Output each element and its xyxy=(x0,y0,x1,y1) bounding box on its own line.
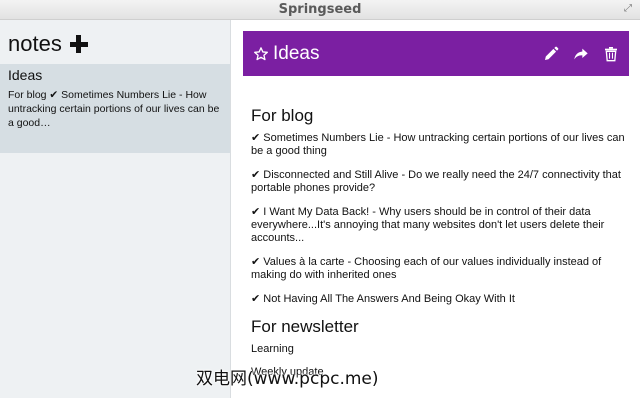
note-title: Ideas xyxy=(273,42,320,64)
note-list-item-title: Ideas xyxy=(8,67,43,83)
section-heading: For blog xyxy=(251,106,314,125)
list-item: ✔ I Want My Data Back! - Why users shoul… xyxy=(251,206,605,244)
note-actions xyxy=(543,46,619,62)
sidebar-header: notes xyxy=(8,30,88,58)
note-content[interactable]: For blog ✔ Sometimes Numbers Lie - How u… xyxy=(251,106,631,389)
note-header: Ideas xyxy=(243,31,629,76)
share-icon[interactable] xyxy=(573,46,589,62)
star-icon[interactable] xyxy=(253,46,269,62)
title-bar: Springseed ⤢ xyxy=(0,0,640,20)
sidebar: notes Ideas For blog ✔ Sometimes Numbers… xyxy=(0,20,231,398)
window-title: Springseed xyxy=(278,2,362,17)
list-item: ✔ Disconnected and Still Alive - Do we r… xyxy=(251,169,621,194)
app-name: notes xyxy=(8,31,62,56)
note-view: Ideas For blog ✔ Sometimes Numbers Lie -… xyxy=(231,20,640,398)
edit-icon[interactable] xyxy=(543,46,559,62)
section-heading: For newsletter xyxy=(251,317,359,336)
note-list-item-excerpt: For blog ✔ Sometimes Numbers Lie - How u… xyxy=(8,89,220,129)
list-item: Learning xyxy=(251,343,294,355)
list-item: ✔ Sometimes Numbers Lie - How untracking… xyxy=(251,132,625,157)
note-list-item[interactable]: Ideas For blog ✔ Sometimes Numbers Lie -… xyxy=(0,64,230,153)
trash-icon[interactable] xyxy=(603,46,619,62)
list-item: ✔ Not Having All The Answers And Being O… xyxy=(251,293,515,305)
maximize-icon[interactable]: ⤢ xyxy=(622,3,634,15)
watermark: 双电网(www.pcpc.me) xyxy=(196,369,379,389)
add-note-icon[interactable] xyxy=(69,35,88,53)
list-item: ✔ Values à la carte - Choosing each of o… xyxy=(251,256,602,281)
